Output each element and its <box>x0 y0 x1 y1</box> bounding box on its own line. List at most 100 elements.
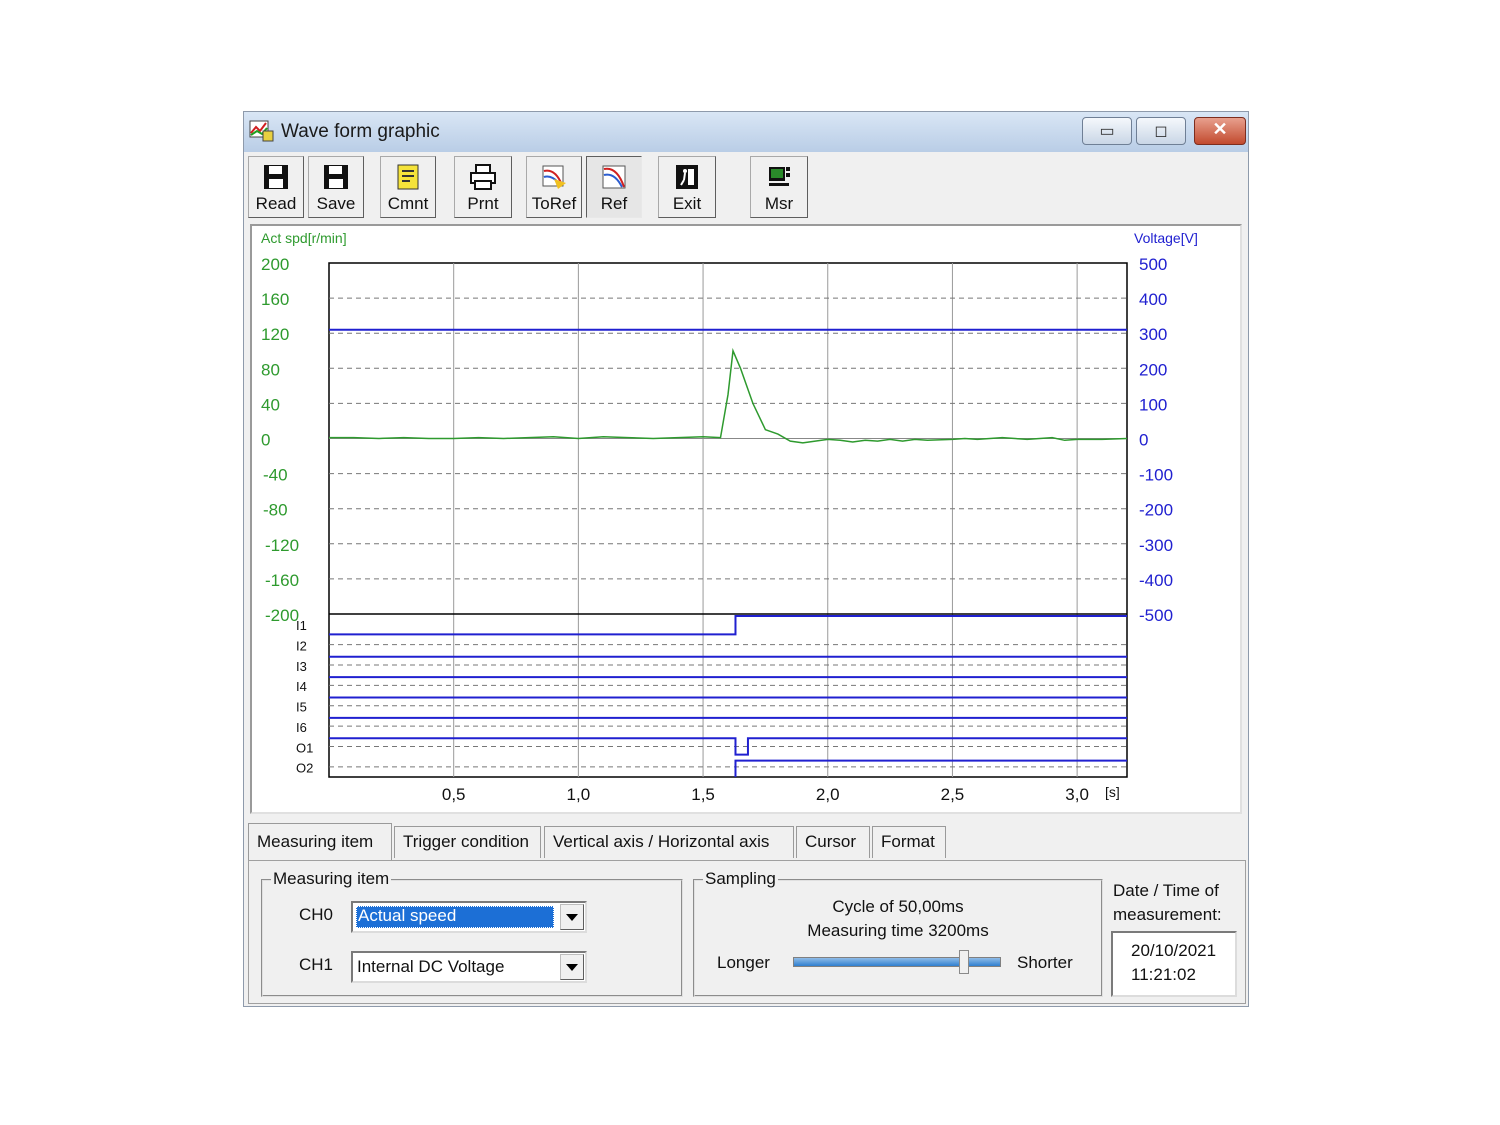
measure-button[interactable]: Msr <box>750 156 808 218</box>
right-tick-label: 300 <box>1139 325 1167 344</box>
app-icon <box>249 120 274 142</box>
close-icon: ✕ <box>1212 119 1228 139</box>
exit-icon <box>676 165 698 189</box>
measurement-date: 20/10/2021 <box>1131 941 1217 960</box>
digital-signal-i1 <box>329 615 1127 636</box>
right-tick-label: 400 <box>1139 290 1167 309</box>
digital-channel-label: O2 <box>296 761 313 776</box>
right-tick-label: 100 <box>1139 395 1167 414</box>
chevron-down-icon[interactable] <box>560 954 584 980</box>
comment-button[interactable]: Cmnt <box>380 156 436 218</box>
measuring-time-text: Measuring time 3200ms <box>807 921 989 940</box>
measure-icon <box>769 167 790 186</box>
left-tick-label: -80 <box>263 501 288 520</box>
ch0-label: CH0 <box>299 905 334 924</box>
to-reference-icon <box>542 165 566 189</box>
x-tick-label: 3,0 <box>1065 785 1089 804</box>
maximize-button[interactable]: ◻ <box>1136 117 1186 145</box>
ch1-value: Internal DC Voltage <box>357 957 505 976</box>
close-button[interactable]: ✕ <box>1194 117 1246 145</box>
right-tick-label: -400 <box>1139 571 1173 590</box>
right-tick-label: 0 <box>1139 431 1148 450</box>
digital-channel-label: I1 <box>296 618 307 633</box>
waveform-chart: 0,5 1,0 1,5 2,0 2,5 3,0 [s]200 500160 400120 3008… <box>261 230 1198 804</box>
right-tick-label: -200 <box>1139 501 1173 520</box>
tab-cursor[interactable]: Cursor <box>796 826 870 858</box>
measuring-item-group: Measuring item CH0 Actual speed CH1 Inte… <box>261 869 683 997</box>
read-button[interactable]: Read <box>248 156 304 218</box>
print-label: Prnt <box>467 194 499 213</box>
note-icon <box>397 164 419 190</box>
exit-label: Exit <box>672 194 702 213</box>
window-title: Wave form graphic <box>281 121 440 142</box>
left-tick-label: 80 <box>261 360 280 379</box>
sampling-slider-track[interactable] <box>793 957 1001 967</box>
chevron-down-icon[interactable] <box>560 904 584 930</box>
longer-label: Longer <box>717 953 770 972</box>
reference-button[interactable]: Ref <box>586 156 642 218</box>
sampling-group: Sampling Cycle of 50,00ms Measuring time… <box>693 869 1103 997</box>
measuring-item-legend: Measuring item <box>271 869 392 889</box>
ch0-select[interactable]: Actual speed <box>351 901 587 933</box>
digital-channel-label: I6 <box>296 720 307 735</box>
sampling-slider-thumb[interactable] <box>958 950 969 974</box>
plot-frame <box>328 262 1128 778</box>
datetime-label-line2: measurement: <box>1113 905 1222 924</box>
to-reference-label: ToRef <box>531 194 577 213</box>
x-tick-label: 0,5 <box>442 785 466 804</box>
to-reference-button[interactable]: ToRef <box>526 156 582 218</box>
tab-vertical-horizontal-axis[interactable]: Vertical axis / Horizontal axis <box>544 826 794 858</box>
ch1-select[interactable]: Internal DC Voltage <box>351 951 587 983</box>
left-tick-label: 160 <box>261 290 289 309</box>
floppy-icon <box>264 165 288 189</box>
save-button[interactable]: Save <box>308 156 364 218</box>
shorter-label: Shorter <box>1017 953 1073 972</box>
tab-panel: Measuring item CH0 Actual speed CH1 Inte… <box>248 860 1246 1004</box>
title-bar[interactable]: Wave form graphic ▭ ◻ ✕ <box>244 112 1248 152</box>
measurement-time: 11:21:02 <box>1131 965 1196 984</box>
floppy-icon <box>324 165 348 189</box>
digital-channel-label: I4 <box>296 679 307 694</box>
read-label: Read <box>255 194 297 213</box>
right-axis-title: Voltage[V] <box>1134 230 1198 246</box>
left-tick-label: -120 <box>265 536 299 555</box>
left-tick-label: -40 <box>263 466 288 485</box>
tab-format[interactable]: Format <box>872 826 946 858</box>
sampling-legend: Sampling <box>703 869 778 889</box>
printer-icon <box>470 164 496 190</box>
left-axis-title: Act spd[r/min] <box>261 230 347 246</box>
tab-measuring-item[interactable]: Measuring item <box>248 823 392 860</box>
waveform-graph[interactable]: 0,5 1,0 1,5 2,0 2,5 3,0 [s] 200 500 160 400 120 300 8… <box>250 224 1242 814</box>
ch1-label: CH1 <box>299 955 334 974</box>
left-tick-label: 0 <box>261 431 270 450</box>
x-tick-label: 1,0 <box>567 785 591 804</box>
x-unit-label: [s] <box>1105 784 1120 800</box>
tab-trigger-condition[interactable]: Trigger condition <box>394 826 541 858</box>
datetime-box: 20/10/2021 11:21:02 <box>1111 931 1237 997</box>
right-tick-label: 500 <box>1139 255 1167 274</box>
right-tick-label: -300 <box>1139 536 1173 555</box>
cycle-text: Cycle of 50,00ms <box>832 897 964 916</box>
right-tick-label: -500 <box>1139 606 1173 625</box>
digital-signal-o2 <box>734 759 1127 777</box>
exit-button[interactable]: Exit <box>658 156 716 218</box>
left-tick-label: 200 <box>261 255 289 274</box>
reference-label: Ref <box>600 194 628 213</box>
digital-channel-label: I3 <box>296 659 307 674</box>
x-tick-label: 1,5 <box>691 785 715 804</box>
minimize-button[interactable]: ▭ <box>1082 117 1132 145</box>
left-tick-label: -200 <box>265 606 299 625</box>
save-label: Save <box>316 194 356 213</box>
comment-label: Cmnt <box>387 194 429 213</box>
right-tick-label: 200 <box>1139 360 1167 379</box>
digital-channel-label: I5 <box>296 700 307 715</box>
x-tick-label: 2,5 <box>941 785 965 804</box>
toolbar: Read Save Cmnt Prnt ToRef Ref Exit Msr <box>246 156 1246 218</box>
print-button[interactable]: Prnt <box>454 156 512 218</box>
right-tick-label: -100 <box>1139 466 1173 485</box>
digital-channel-label: O1 <box>296 740 313 755</box>
speed-series-line <box>329 347 1128 444</box>
ch0-value: Actual speed <box>356 906 554 928</box>
left-tick-label: 120 <box>261 325 289 344</box>
left-tick-label: 40 <box>261 395 280 414</box>
